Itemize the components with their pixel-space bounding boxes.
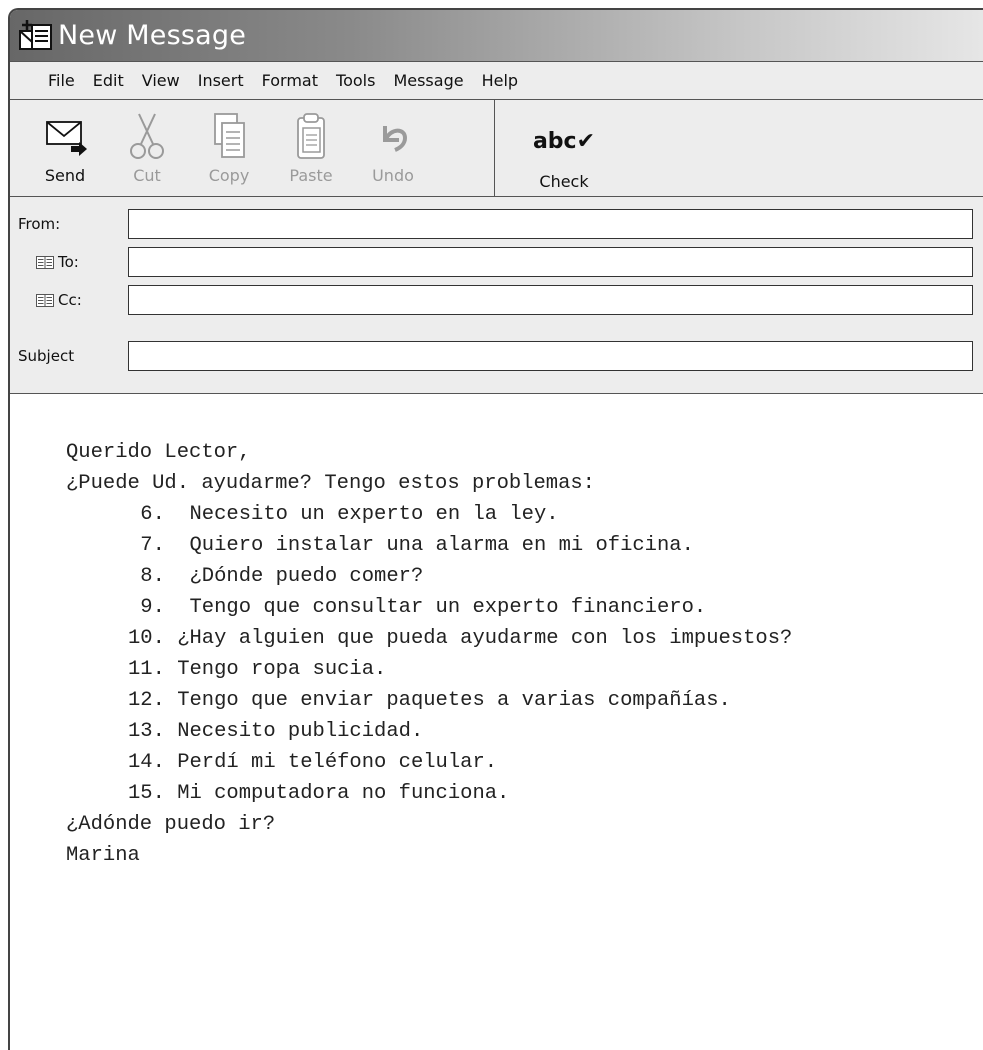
list-item: 15. Mi computadora no funciona. <box>128 782 510 805</box>
message-header-fields: From: To: Cc: Subject <box>10 197 983 394</box>
scissors-icon <box>130 113 164 159</box>
menu-tools[interactable]: Tools <box>336 71 375 90</box>
list-item: 14. Perdí mi teléfono celular. <box>128 751 498 774</box>
cc-field[interactable] <box>128 285 973 315</box>
send-button[interactable]: Send <box>30 100 100 196</box>
list-item: 10. ¿Hay alguien que pueda ayudarme con … <box>128 627 793 650</box>
check-label: Check <box>539 172 589 191</box>
subject-label: Subject <box>18 347 74 365</box>
menu-format[interactable]: Format <box>262 71 318 90</box>
subject-label-text: Subject <box>18 347 75 365</box>
list-item: 11. Tengo ropa sucia. <box>128 658 387 681</box>
list-item: 13. Necesito publicidad. <box>128 720 424 743</box>
from-field[interactable] <box>128 209 973 239</box>
list-item: 8. ¿Dónde puedo comer? <box>128 565 424 588</box>
paste-button[interactable]: Paste <box>276 100 346 196</box>
list-item: 6. Necesito un experto en la ley. <box>128 503 559 526</box>
address-book-icon <box>36 255 54 269</box>
to-label[interactable]: To: <box>36 253 79 271</box>
menu-file[interactable]: File <box>48 71 75 90</box>
cut-label: Cut <box>133 166 161 185</box>
spellcheck-icon: abc✔ <box>532 129 596 154</box>
menu-view[interactable]: View <box>142 71 180 90</box>
list-item: 12. Tengo que enviar paquetes a varias c… <box>128 689 731 712</box>
cc-row: Cc: <box>10 285 983 315</box>
closing-line: ¿Adónde puedo ir? <box>66 813 276 836</box>
cut-button[interactable]: Cut <box>112 100 182 196</box>
address-book-icon <box>36 293 54 307</box>
subject-field[interactable] <box>128 341 973 371</box>
title-bar: New Message <box>10 10 983 62</box>
copy-button[interactable]: Copy <box>194 100 264 196</box>
signature-line: Marina <box>66 844 140 867</box>
cc-label-text: Cc: <box>58 291 82 309</box>
menu-insert[interactable]: Insert <box>198 71 244 90</box>
send-label: Send <box>44 166 86 185</box>
paste-icon <box>297 113 325 159</box>
menu-message[interactable]: Message <box>393 71 463 90</box>
undo-icon <box>383 126 408 152</box>
check-button[interactable]: abc✔ Check <box>519 100 609 196</box>
cc-label[interactable]: Cc: <box>36 291 82 309</box>
window-title: New Message <box>58 20 247 51</box>
to-row: To: <box>10 247 983 277</box>
from-label-text: From: <box>18 215 61 233</box>
menu-bar: File Edit View Insert Format Tools Messa… <box>10 62 983 100</box>
from-label: From: <box>18 215 60 233</box>
intro-line: ¿Puede Ud. ayudarme? Tengo estos problem… <box>66 472 595 495</box>
new-message-window: New Message File Edit View Insert Format… <box>8 8 983 1050</box>
to-field[interactable] <box>128 247 973 277</box>
paste-label: Paste <box>289 166 333 185</box>
edit-tool-group: Send Cut Copy Paste Undo <box>10 100 495 196</box>
toolbar: Send Cut Copy Paste Undo abc✔ Check <box>10 100 983 197</box>
list-item: 7. Quiero instalar una alarma en mi ofic… <box>128 534 694 557</box>
to-label-text: To: <box>58 253 79 271</box>
menu-edit[interactable]: Edit <box>93 71 124 90</box>
message-body[interactable]: Querido Lector, ¿Puede Ud. ayudarme? Ten… <box>10 394 983 1050</box>
subject-row: Subject <box>10 341 983 371</box>
copy-label: Copy <box>208 166 250 185</box>
send-icon <box>46 121 87 156</box>
copy-icon <box>214 113 245 158</box>
greeting-line: Querido Lector, <box>66 441 251 464</box>
undo-label: Undo <box>372 166 414 185</box>
list-item: 9. Tengo que consultar un experto financ… <box>128 596 707 619</box>
menu-help[interactable]: Help <box>482 71 518 90</box>
new-message-icon <box>18 19 54 53</box>
undo-button[interactable]: Undo <box>358 100 428 196</box>
from-row: From: <box>10 209 983 239</box>
